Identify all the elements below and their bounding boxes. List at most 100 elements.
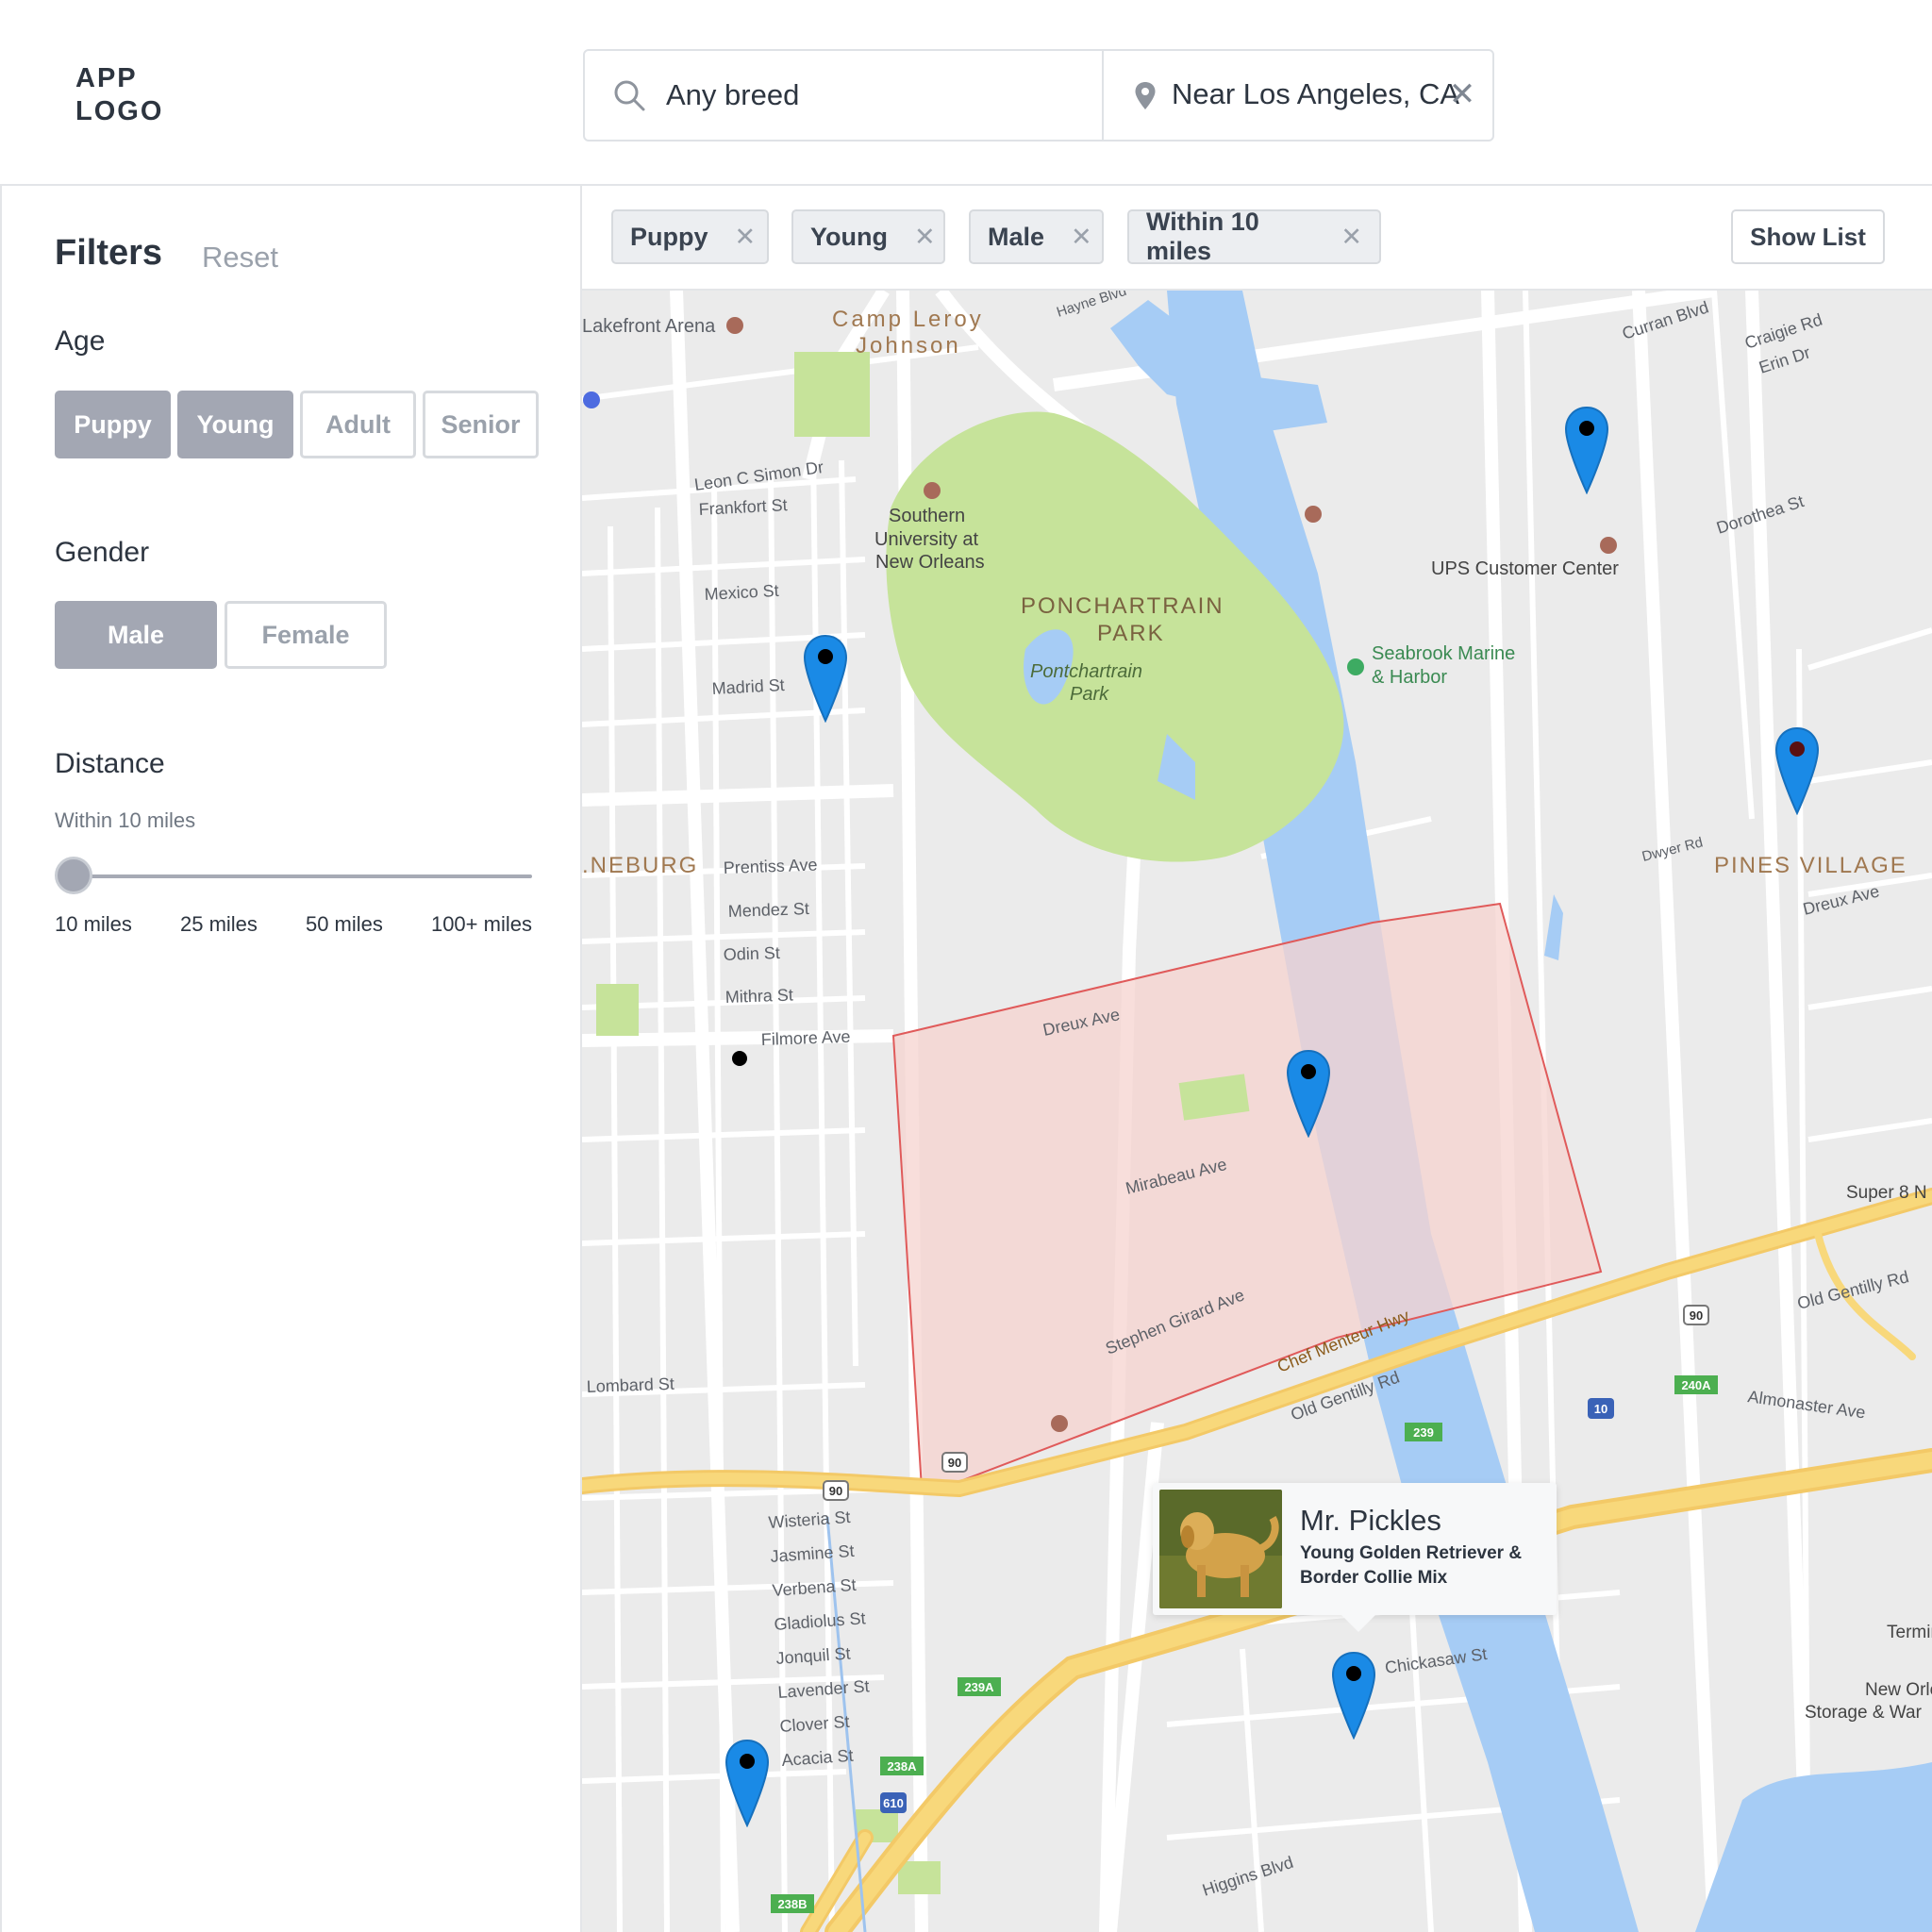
remove-chip-icon[interactable]: ✕ (1071, 223, 1092, 252)
active-filters-bar: Puppy ✕ Young ✕ Male ✕ Within 10 miles ✕… (582, 186, 1932, 291)
distance-stop-100: 100+ miles (430, 912, 532, 936)
exit-238a-label: 238A (887, 1759, 917, 1774)
place-label-university: New Orleans (875, 552, 985, 573)
street-label: Verbena St (772, 1575, 857, 1600)
pet-info-card[interactable]: Mr. Pickles Young Golden Retriever & Bor… (1153, 1483, 1557, 1632)
street-label: Erin Dr (1757, 342, 1812, 376)
distance-slider-labels: 10 miles 25 miles 50 miles 100+ miles (55, 912, 532, 937)
place-label-park: PARK (1097, 621, 1165, 646)
age-label: Age (55, 325, 106, 357)
i-610-label: 610 (883, 1796, 904, 1810)
age-young-button[interactable]: Young (177, 391, 293, 458)
street-label: Mendez St (727, 899, 809, 921)
chip-label: Male (988, 222, 1045, 251)
place-label-marina: & Harbor (1372, 667, 1447, 688)
app-logo-line2: LOGO (75, 96, 164, 126)
street-label: Clover St (779, 1712, 850, 1736)
place-label-storage: Storage & War (1805, 1703, 1923, 1723)
pet-marker-selected[interactable] (1331, 1651, 1376, 1740)
street-label: Odin St (723, 943, 780, 964)
gender-male-button[interactable]: Male (55, 601, 217, 669)
distance-stop-25: 25 miles (179, 912, 258, 936)
exit-239a-label: 239A (964, 1680, 994, 1694)
remove-chip-icon[interactable]: ✕ (735, 223, 757, 252)
distance-label: Distance (55, 748, 165, 779)
distance-stop-10: 10 miles (55, 912, 132, 936)
app-logo[interactable]: APP LOGO (75, 62, 163, 128)
street-label: Filmore Ave (760, 1027, 850, 1049)
green-area (596, 984, 639, 1036)
pet-marker[interactable] (1564, 406, 1609, 494)
street-label: Higgins Blvd (1200, 1853, 1295, 1900)
map-view[interactable]: 90 90 90 10 610 239 240A 239A 238A 238B … (582, 291, 1932, 1932)
street-label: Lombard St (586, 1374, 675, 1396)
pet-marker[interactable] (724, 1739, 770, 1827)
distance-slider-thumb[interactable] (55, 857, 92, 894)
street-label: Mithra St (724, 985, 793, 1007)
location-search[interactable]: Near Los Angeles, CA ✕ (1104, 51, 1492, 140)
hwy-90-label: 90 (1690, 1308, 1703, 1323)
age-options: Puppy Young Adult Senior (55, 391, 539, 458)
street-label: Leon C Simon Dr (693, 458, 825, 494)
place-label-university: Southern (889, 506, 965, 526)
pond (1544, 894, 1563, 960)
street-label: Frankfort St (698, 495, 788, 519)
place-label-park: PONCHARTRAIN (1021, 593, 1224, 619)
chip-male: Male ✕ (969, 209, 1104, 264)
search-bar: Near Los Angeles, CA ✕ (583, 49, 1494, 142)
street-label: Prentiss Ave (723, 856, 817, 877)
location-value[interactable]: Near Los Angeles, CA (1172, 77, 1459, 111)
chip-label: Puppy (630, 222, 708, 251)
exit-239-label: 239 (1413, 1425, 1434, 1440)
distance-stop-50: 50 miles (305, 912, 383, 936)
place-label-neighborhood: .NEBURG (582, 853, 698, 878)
pet-marker[interactable] (1774, 726, 1820, 815)
chip-young: Young ✕ (791, 209, 945, 264)
filters-title: Filters (55, 233, 163, 273)
river (1695, 1762, 1932, 1932)
place-label-storage: New Orlea (1865, 1680, 1932, 1700)
pet-marker[interactable] (1286, 1049, 1331, 1138)
exit-240a-label: 240A (1681, 1378, 1711, 1392)
remove-chip-icon[interactable]: ✕ (914, 223, 936, 252)
breed-search-input[interactable] (666, 72, 1081, 119)
top-bar: APP LOGO Near Los Angeles, CA ✕ (0, 0, 1932, 186)
pet-name[interactable]: Mr. Pickles (1300, 1504, 1441, 1538)
chip-label: Within 10 miles (1146, 208, 1259, 265)
show-list-button[interactable]: Show List (1731, 209, 1885, 264)
place-label-hotel: Super 8 N (1846, 1183, 1927, 1203)
pet-marker[interactable] (803, 634, 848, 723)
gender-female-button[interactable]: Female (225, 601, 387, 669)
place-label-university: University at (874, 529, 978, 550)
reset-filters-link[interactable]: Reset (202, 241, 278, 275)
search-icon (614, 80, 645, 111)
clear-location-icon[interactable]: ✕ (1443, 75, 1481, 113)
age-senior-button[interactable]: Senior (423, 391, 539, 458)
place-label-marina: Seabrook Marine (1372, 643, 1515, 664)
chip-distance: Within 10 miles ✕ (1127, 208, 1381, 265)
place-label-pines-village: PINES VILLAGE (1714, 853, 1907, 878)
app-logo-line1: APP (75, 63, 138, 93)
remove-chip-icon[interactable]: ✕ (1341, 223, 1362, 252)
i-10-label: 10 (1594, 1402, 1607, 1416)
place-label-lakefront: Lakefront Arena (582, 316, 716, 337)
hwy-90-label: 90 (948, 1456, 961, 1470)
location-pin-icon (1135, 82, 1156, 109)
exit-238b-label: 238B (777, 1897, 807, 1911)
distance-slider-track[interactable] (74, 874, 532, 878)
green-area (794, 352, 870, 437)
street-label: Dwyer Rd (1641, 834, 1705, 864)
gender-label: Gender (55, 537, 150, 568)
chip-puppy: Puppy ✕ (611, 209, 769, 264)
map-canvas[interactable]: 90 90 90 10 610 239 240A 239A 238A 238B … (582, 291, 1932, 1932)
green-area (898, 1861, 941, 1894)
age-adult-button[interactable]: Adult (300, 391, 416, 458)
chip-label: Young (810, 222, 888, 251)
age-puppy-button[interactable]: Puppy (55, 391, 171, 458)
filters-sidebar: Filters Reset Age Puppy Young Adult Seni… (0, 186, 582, 1932)
place-label-ups: UPS Customer Center (1431, 558, 1619, 579)
pet-description: Young Golden Retriever & Border Collie M… (1300, 1543, 1523, 1588)
place-label-terminal: Termina (1887, 1623, 1932, 1642)
street-label: Acacia St (781, 1746, 854, 1770)
place-label-camp: Johnson (856, 333, 961, 358)
